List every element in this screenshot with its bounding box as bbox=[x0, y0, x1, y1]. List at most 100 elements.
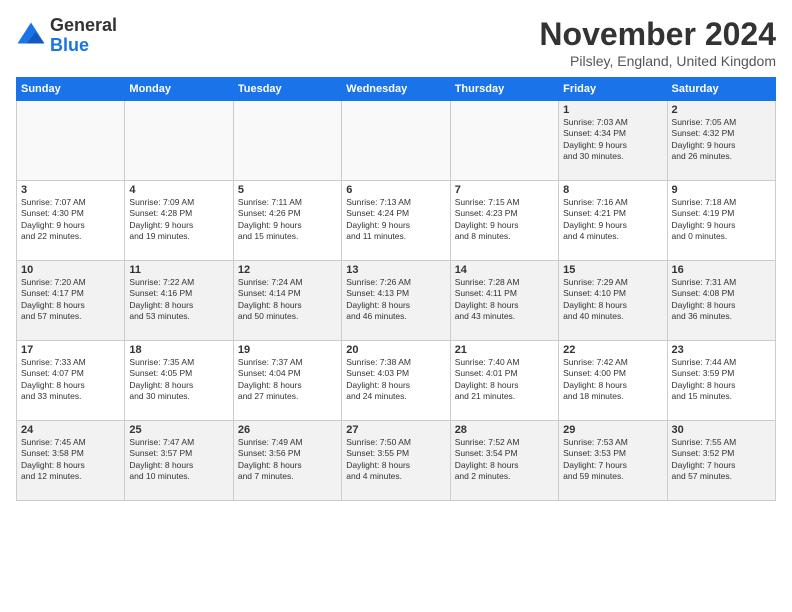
logo-text: General Blue bbox=[50, 16, 117, 56]
day-number: 15 bbox=[563, 264, 662, 276]
day-number: 10 bbox=[21, 264, 120, 276]
day-info: Sunrise: 7:50 AM Sunset: 3:55 PM Dayligh… bbox=[346, 437, 445, 483]
day-number: 12 bbox=[238, 264, 337, 276]
day-number: 28 bbox=[455, 424, 554, 436]
day-info: Sunrise: 7:55 AM Sunset: 3:52 PM Dayligh… bbox=[672, 437, 771, 483]
logo-blue: Blue bbox=[50, 35, 89, 55]
calendar-week-row: 17Sunrise: 7:33 AM Sunset: 4:07 PM Dayli… bbox=[17, 341, 776, 421]
table-row bbox=[450, 101, 558, 181]
day-number: 19 bbox=[238, 344, 337, 356]
calendar-week-row: 1Sunrise: 7:03 AM Sunset: 4:34 PM Daylig… bbox=[17, 101, 776, 181]
day-info: Sunrise: 7:07 AM Sunset: 4:30 PM Dayligh… bbox=[21, 197, 120, 243]
logo-icon bbox=[16, 21, 46, 51]
day-info: Sunrise: 7:33 AM Sunset: 4:07 PM Dayligh… bbox=[21, 357, 120, 403]
table-row: 4Sunrise: 7:09 AM Sunset: 4:28 PM Daylig… bbox=[125, 181, 233, 261]
table-row: 27Sunrise: 7:50 AM Sunset: 3:55 PM Dayli… bbox=[342, 421, 450, 501]
day-info: Sunrise: 7:16 AM Sunset: 4:21 PM Dayligh… bbox=[563, 197, 662, 243]
day-info: Sunrise: 7:38 AM Sunset: 4:03 PM Dayligh… bbox=[346, 357, 445, 403]
day-number: 26 bbox=[238, 424, 337, 436]
table-row: 6Sunrise: 7:13 AM Sunset: 4:24 PM Daylig… bbox=[342, 181, 450, 261]
day-info: Sunrise: 7:15 AM Sunset: 4:23 PM Dayligh… bbox=[455, 197, 554, 243]
calendar-table: Sunday Monday Tuesday Wednesday Thursday… bbox=[16, 77, 776, 501]
location: Pilsley, England, United Kingdom bbox=[539, 53, 776, 69]
day-info: Sunrise: 7:26 AM Sunset: 4:13 PM Dayligh… bbox=[346, 277, 445, 323]
table-row: 9Sunrise: 7:18 AM Sunset: 4:19 PM Daylig… bbox=[667, 181, 775, 261]
table-row: 19Sunrise: 7:37 AM Sunset: 4:04 PM Dayli… bbox=[233, 341, 341, 421]
day-number: 5 bbox=[238, 184, 337, 196]
header-sunday: Sunday bbox=[17, 78, 125, 101]
day-info: Sunrise: 7:24 AM Sunset: 4:14 PM Dayligh… bbox=[238, 277, 337, 323]
day-info: Sunrise: 7:31 AM Sunset: 4:08 PM Dayligh… bbox=[672, 277, 771, 323]
page-header: General Blue November 2024 Pilsley, Engl… bbox=[16, 16, 776, 69]
day-number: 23 bbox=[672, 344, 771, 356]
day-info: Sunrise: 7:28 AM Sunset: 4:11 PM Dayligh… bbox=[455, 277, 554, 323]
table-row: 29Sunrise: 7:53 AM Sunset: 3:53 PM Dayli… bbox=[559, 421, 667, 501]
day-number: 8 bbox=[563, 184, 662, 196]
table-row: 26Sunrise: 7:49 AM Sunset: 3:56 PM Dayli… bbox=[233, 421, 341, 501]
table-row: 16Sunrise: 7:31 AM Sunset: 4:08 PM Dayli… bbox=[667, 261, 775, 341]
calendar-week-row: 24Sunrise: 7:45 AM Sunset: 3:58 PM Dayli… bbox=[17, 421, 776, 501]
day-number: 22 bbox=[563, 344, 662, 356]
day-info: Sunrise: 7:44 AM Sunset: 3:59 PM Dayligh… bbox=[672, 357, 771, 403]
day-info: Sunrise: 7:49 AM Sunset: 3:56 PM Dayligh… bbox=[238, 437, 337, 483]
logo-general: General bbox=[50, 15, 117, 35]
day-number: 9 bbox=[672, 184, 771, 196]
header-monday: Monday bbox=[125, 78, 233, 101]
table-row: 15Sunrise: 7:29 AM Sunset: 4:10 PM Dayli… bbox=[559, 261, 667, 341]
table-row bbox=[125, 101, 233, 181]
header-friday: Friday bbox=[559, 78, 667, 101]
day-info: Sunrise: 7:22 AM Sunset: 4:16 PM Dayligh… bbox=[129, 277, 228, 323]
day-number: 17 bbox=[21, 344, 120, 356]
table-row bbox=[17, 101, 125, 181]
table-row: 28Sunrise: 7:52 AM Sunset: 3:54 PM Dayli… bbox=[450, 421, 558, 501]
day-info: Sunrise: 7:37 AM Sunset: 4:04 PM Dayligh… bbox=[238, 357, 337, 403]
day-number: 18 bbox=[129, 344, 228, 356]
header-wednesday: Wednesday bbox=[342, 78, 450, 101]
table-row: 14Sunrise: 7:28 AM Sunset: 4:11 PM Dayli… bbox=[450, 261, 558, 341]
table-row: 8Sunrise: 7:16 AM Sunset: 4:21 PM Daylig… bbox=[559, 181, 667, 261]
table-row: 21Sunrise: 7:40 AM Sunset: 4:01 PM Dayli… bbox=[450, 341, 558, 421]
table-row: 25Sunrise: 7:47 AM Sunset: 3:57 PM Dayli… bbox=[125, 421, 233, 501]
day-number: 16 bbox=[672, 264, 771, 276]
header-thursday: Thursday bbox=[450, 78, 558, 101]
day-number: 21 bbox=[455, 344, 554, 356]
calendar-week-row: 10Sunrise: 7:20 AM Sunset: 4:17 PM Dayli… bbox=[17, 261, 776, 341]
day-info: Sunrise: 7:03 AM Sunset: 4:34 PM Dayligh… bbox=[563, 117, 662, 163]
page-container: General Blue November 2024 Pilsley, Engl… bbox=[0, 0, 792, 509]
table-row: 17Sunrise: 7:33 AM Sunset: 4:07 PM Dayli… bbox=[17, 341, 125, 421]
day-number: 4 bbox=[129, 184, 228, 196]
day-number: 7 bbox=[455, 184, 554, 196]
day-number: 27 bbox=[346, 424, 445, 436]
table-row: 11Sunrise: 7:22 AM Sunset: 4:16 PM Dayli… bbox=[125, 261, 233, 341]
day-number: 3 bbox=[21, 184, 120, 196]
day-number: 20 bbox=[346, 344, 445, 356]
day-info: Sunrise: 7:18 AM Sunset: 4:19 PM Dayligh… bbox=[672, 197, 771, 243]
day-info: Sunrise: 7:53 AM Sunset: 3:53 PM Dayligh… bbox=[563, 437, 662, 483]
table-row: 3Sunrise: 7:07 AM Sunset: 4:30 PM Daylig… bbox=[17, 181, 125, 261]
table-row bbox=[342, 101, 450, 181]
logo: General Blue bbox=[16, 16, 117, 56]
table-row: 5Sunrise: 7:11 AM Sunset: 4:26 PM Daylig… bbox=[233, 181, 341, 261]
day-info: Sunrise: 7:52 AM Sunset: 3:54 PM Dayligh… bbox=[455, 437, 554, 483]
day-info: Sunrise: 7:40 AM Sunset: 4:01 PM Dayligh… bbox=[455, 357, 554, 403]
month-title: November 2024 bbox=[539, 16, 776, 53]
day-info: Sunrise: 7:42 AM Sunset: 4:00 PM Dayligh… bbox=[563, 357, 662, 403]
day-info: Sunrise: 7:20 AM Sunset: 4:17 PM Dayligh… bbox=[21, 277, 120, 323]
table-row: 13Sunrise: 7:26 AM Sunset: 4:13 PM Dayli… bbox=[342, 261, 450, 341]
table-row: 24Sunrise: 7:45 AM Sunset: 3:58 PM Dayli… bbox=[17, 421, 125, 501]
day-number: 1 bbox=[563, 104, 662, 116]
table-row: 1Sunrise: 7:03 AM Sunset: 4:34 PM Daylig… bbox=[559, 101, 667, 181]
day-number: 25 bbox=[129, 424, 228, 436]
title-block: November 2024 Pilsley, England, United K… bbox=[539, 16, 776, 69]
header-tuesday: Tuesday bbox=[233, 78, 341, 101]
table-row: 12Sunrise: 7:24 AM Sunset: 4:14 PM Dayli… bbox=[233, 261, 341, 341]
day-number: 14 bbox=[455, 264, 554, 276]
table-row: 22Sunrise: 7:42 AM Sunset: 4:00 PM Dayli… bbox=[559, 341, 667, 421]
day-number: 6 bbox=[346, 184, 445, 196]
table-row: 10Sunrise: 7:20 AM Sunset: 4:17 PM Dayli… bbox=[17, 261, 125, 341]
table-row: 30Sunrise: 7:55 AM Sunset: 3:52 PM Dayli… bbox=[667, 421, 775, 501]
table-row: 7Sunrise: 7:15 AM Sunset: 4:23 PM Daylig… bbox=[450, 181, 558, 261]
day-number: 24 bbox=[21, 424, 120, 436]
table-row: 18Sunrise: 7:35 AM Sunset: 4:05 PM Dayli… bbox=[125, 341, 233, 421]
weekday-header-row: Sunday Monday Tuesday Wednesday Thursday… bbox=[17, 78, 776, 101]
